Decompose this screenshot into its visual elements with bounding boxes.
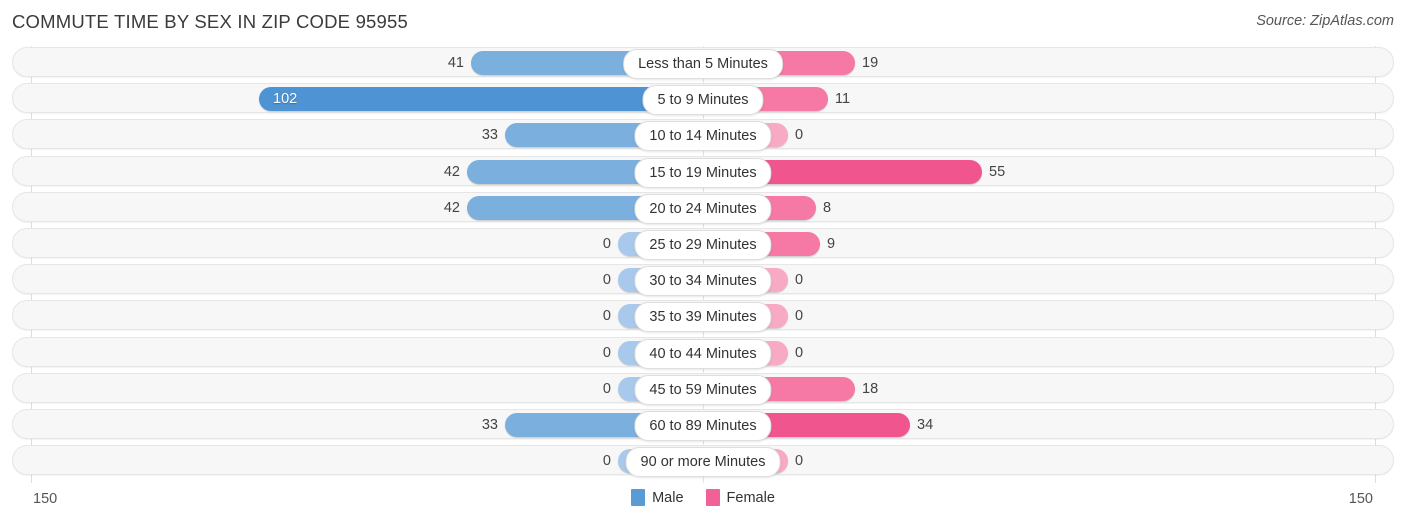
male-value-label: 0 (602, 344, 611, 361)
male-value-label: 0 (602, 272, 611, 289)
bar-row: 0 0 90 or more Minutes (12, 445, 1394, 478)
female-value-label: 55 (989, 163, 1006, 180)
female-value-label: 0 (795, 453, 804, 470)
category-label-pill: Less than 5 Minutes (623, 49, 783, 79)
category-label-pill: 5 to 9 Minutes (642, 85, 764, 116)
male-value-label: 0 (602, 453, 611, 470)
page-title: COMMUTE TIME BY SEX IN ZIP CODE 95955 (12, 11, 409, 32)
legend-item[interactable]: Female (705, 489, 775, 506)
source-attribution: Source: ZipAtlas.com (1256, 13, 1394, 29)
male-value-label: 0 (602, 380, 611, 397)
female-value-label: 18 (862, 380, 879, 397)
chart-header: COMMUTE TIME BY SEX IN ZIP CODE 95955 So… (0, 0, 1406, 46)
legend-label: Female (726, 489, 775, 506)
bar-row: 102 11 5 to 9 Minutes (12, 83, 1394, 116)
female-value-label: 0 (795, 344, 804, 361)
legend-swatch-icon (631, 489, 646, 506)
female-value-label: 19 (862, 55, 879, 71)
category-label-pill: 10 to 14 Minutes (634, 121, 772, 152)
bar-row: 0 0 40 to 44 Minutes (12, 336, 1394, 369)
bar-row: 0 0 35 to 39 Minutes (12, 300, 1394, 333)
male-value-label: 102 (273, 91, 298, 108)
male-value-label: 42 (443, 199, 460, 216)
category-label-pill: 15 to 19 Minutes (634, 157, 772, 188)
bar-row: 0 0 30 to 34 Minutes (12, 264, 1394, 297)
female-value-label: 8 (823, 199, 832, 216)
bar-row: 42 55 15 to 19 Minutes (12, 155, 1394, 188)
category-label-pill: 35 to 39 Minutes (634, 302, 772, 333)
bar-row: 33 34 60 to 89 Minutes (12, 409, 1394, 441)
category-label-pill: 90 or more Minutes (625, 447, 781, 478)
category-label-pill: 25 to 29 Minutes (634, 230, 772, 260)
legend-label: Male (652, 489, 684, 506)
female-value-label: 9 (827, 236, 836, 252)
bar-row: 42 8 20 to 24 Minutes (12, 191, 1394, 224)
legend-swatch-icon (705, 489, 720, 506)
category-label-pill: 30 to 34 Minutes (634, 266, 772, 297)
female-value-label: 34 (917, 417, 934, 433)
category-label-pill: 20 to 24 Minutes (634, 193, 772, 224)
bar-rows-container: 41 19 Less than 5 Minutes 102 11 5 to 9 Minut… (0, 46, 1406, 483)
female-value-label: 0 (795, 308, 804, 325)
chart-legend: Male Female (0, 489, 1406, 506)
male-value-label: 0 (602, 308, 611, 325)
chart-plot-area: 41 19 Less than 5 Minutes 102 11 5 to 9 Minut… (0, 46, 1406, 483)
male-bar[interactable] (259, 87, 703, 112)
female-value-label: 0 (795, 272, 804, 289)
female-value-label: 11 (835, 91, 851, 108)
male-value-label: 41 (447, 55, 464, 71)
legend-item[interactable]: Male (631, 489, 684, 506)
male-value-label: 42 (443, 163, 460, 180)
category-label-pill: 45 to 59 Minutes (634, 374, 772, 405)
bar-row: 33 0 10 to 14 Minutes (12, 119, 1394, 152)
female-value-label: 0 (795, 127, 804, 144)
chart-footer: 150 150 Male Female (0, 483, 1406, 523)
bar-row: 41 19 Less than 5 Minutes (12, 47, 1394, 79)
category-label-pill: 40 to 44 Minutes (634, 338, 772, 369)
male-value-label: 33 (481, 417, 498, 433)
male-value-label: 0 (602, 236, 611, 252)
category-label-pill: 60 to 89 Minutes (634, 411, 772, 441)
male-value-label: 33 (481, 127, 498, 144)
bar-row: 0 18 45 to 59 Minutes (12, 372, 1394, 405)
bar-row: 0 9 25 to 29 Minutes (12, 228, 1394, 260)
